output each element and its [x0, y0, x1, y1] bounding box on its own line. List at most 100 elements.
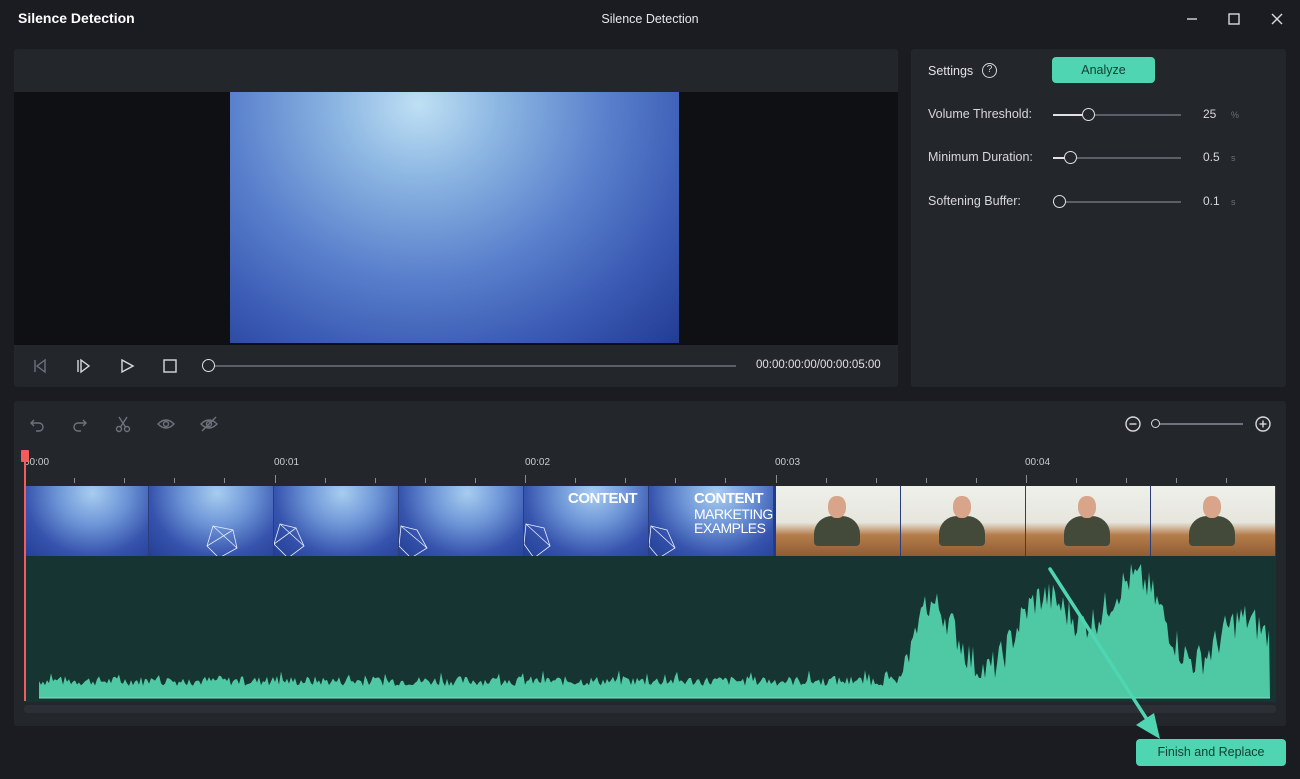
title-bar: Silence Detection Silence Detection — [0, 0, 1300, 38]
ruler-tick — [575, 478, 577, 483]
zoom-in-icon[interactable] — [1252, 413, 1274, 435]
video-thumbnail — [901, 486, 1026, 556]
zoom-slider[interactable] — [1155, 423, 1243, 425]
volume-threshold-value: 25 — [1203, 107, 1217, 121]
video-thumbnail — [24, 486, 149, 556]
thumbnail-text: EXAMPLES — [694, 520, 766, 536]
softening-buffer-unit: s — [1231, 197, 1236, 207]
video-thumbnail — [776, 486, 901, 556]
ruler-tick — [1076, 478, 1078, 483]
preview-panel: 00:00:00:00/00:00:05:00 — [14, 49, 898, 387]
analyze-button[interactable]: Analyze — [1052, 57, 1155, 83]
finish-and-replace-button[interactable]: Finish and Replace — [1136, 739, 1286, 766]
ruler-tick — [324, 478, 326, 483]
ruler-tick — [274, 475, 276, 483]
ruler-tick — [1026, 475, 1027, 483]
thumbnail-text: CONTENT — [694, 490, 764, 507]
polygon-graphic — [398, 525, 428, 556]
maximize-icon[interactable] — [1217, 6, 1251, 32]
minimize-icon[interactable] — [1175, 6, 1209, 32]
close-icon[interactable] — [1260, 6, 1294, 32]
step-back-icon[interactable] — [29, 355, 51, 377]
softening-buffer-value: 0.1 — [1203, 194, 1220, 208]
presenter — [814, 516, 860, 546]
settings-panel: Settings ? Analyze Volume Threshold: 25 … — [911, 49, 1286, 387]
undo-icon[interactable] — [26, 413, 48, 435]
ruler-tick — [875, 478, 877, 483]
settings-label: Settings — [928, 64, 974, 78]
minimum-duration-slider[interactable] — [1053, 151, 1181, 164]
minimum-duration-value: 0.5 — [1203, 150, 1220, 164]
video-thumbnail — [273, 486, 399, 556]
preview-header — [14, 49, 898, 92]
volume-threshold-handle[interactable] — [1081, 108, 1095, 121]
presenter-head — [1203, 496, 1221, 518]
video-preview — [230, 92, 679, 343]
volume-threshold-unit: % — [1231, 110, 1240, 120]
zoom-handle[interactable] — [1151, 419, 1160, 428]
playback-controls: 00:00:00:00/00:00:05:00 — [14, 345, 898, 387]
ruler-tick — [474, 478, 476, 483]
ruler-tick — [174, 478, 176, 483]
presenter — [1064, 516, 1110, 546]
ruler-tick — [825, 478, 827, 483]
ruler-label: 00:03 — [775, 457, 801, 468]
help-icon[interactable]: ? — [982, 63, 997, 78]
ruler-tick — [424, 478, 426, 483]
ruler-tick — [1176, 478, 1178, 483]
stop-icon[interactable] — [159, 355, 181, 377]
ruler-tick — [975, 478, 977, 483]
minimum-duration-handle[interactable] — [1063, 151, 1077, 164]
minimum-duration-unit: s — [1231, 153, 1236, 163]
ruler-tick — [224, 478, 226, 483]
ruler-tick — [625, 478, 627, 483]
eye-off-icon[interactable] — [198, 413, 220, 435]
playhead[interactable] — [24, 452, 26, 701]
video-track[interactable]: CONTENT CONTENT MARKETING EXAMPLES — [24, 486, 1276, 556]
time-ruler[interactable]: 00:00 00:01 00:02 00:03 00:04 — [24, 453, 1276, 486]
volume-threshold-label: Volume Threshold: — [928, 107, 1032, 121]
ruler-tick — [775, 475, 777, 483]
video-thumbnail: CONTENT — [523, 486, 649, 556]
ruler-label: 00:04 — [1025, 457, 1051, 468]
eye-icon[interactable] — [155, 413, 177, 435]
step-forward-icon[interactable] — [72, 355, 94, 377]
ruler-label: 00:02 — [525, 457, 551, 468]
presenter — [1189, 516, 1235, 546]
timecode: 00:00:00:00/00:00:05:00 — [756, 359, 881, 371]
ruler-tick — [675, 478, 677, 483]
ruler-tick — [925, 478, 927, 483]
video-thumbnail — [398, 486, 524, 556]
seek-handle[interactable] — [202, 359, 215, 372]
zoom-out-icon[interactable] — [1122, 413, 1144, 435]
presenter — [939, 516, 985, 546]
ruler-tick — [725, 478, 727, 483]
thumbnail-text: CONTENT — [568, 490, 638, 507]
softening-buffer-label: Softening Buffer: — [928, 194, 1021, 208]
video-thumbnail — [1151, 486, 1276, 556]
volume-threshold-slider[interactable] — [1053, 108, 1181, 121]
ruler-label: 00:01 — [274, 457, 300, 468]
ruler-tick — [525, 475, 526, 483]
ruler-tick — [1126, 478, 1128, 483]
polygon-graphic — [273, 523, 305, 556]
softening-buffer-handle[interactable] — [1053, 195, 1067, 208]
playhead-handle[interactable] — [21, 450, 29, 462]
presenter-head — [828, 496, 846, 518]
polygon-graphic — [206, 525, 238, 556]
ruler-tick — [124, 478, 126, 483]
play-icon[interactable] — [116, 355, 138, 377]
minimum-duration-label: Minimum Duration: — [928, 150, 1033, 164]
ruler-tick — [374, 478, 376, 483]
scissors-icon[interactable] — [112, 413, 134, 435]
ruler-tick — [74, 478, 76, 483]
seek-bar[interactable] — [208, 365, 736, 367]
thumbnail-text: MARKETING — [694, 506, 773, 522]
video-thumbnail — [1026, 486, 1151, 556]
redo-icon[interactable] — [69, 413, 91, 435]
presenter-head — [953, 496, 971, 518]
annotation-arrow — [1048, 567, 1160, 739]
ruler-tick — [1226, 478, 1228, 483]
softening-buffer-slider[interactable] — [1053, 195, 1181, 208]
video-thumbnail: CONTENT MARKETING EXAMPLES — [648, 486, 774, 556]
